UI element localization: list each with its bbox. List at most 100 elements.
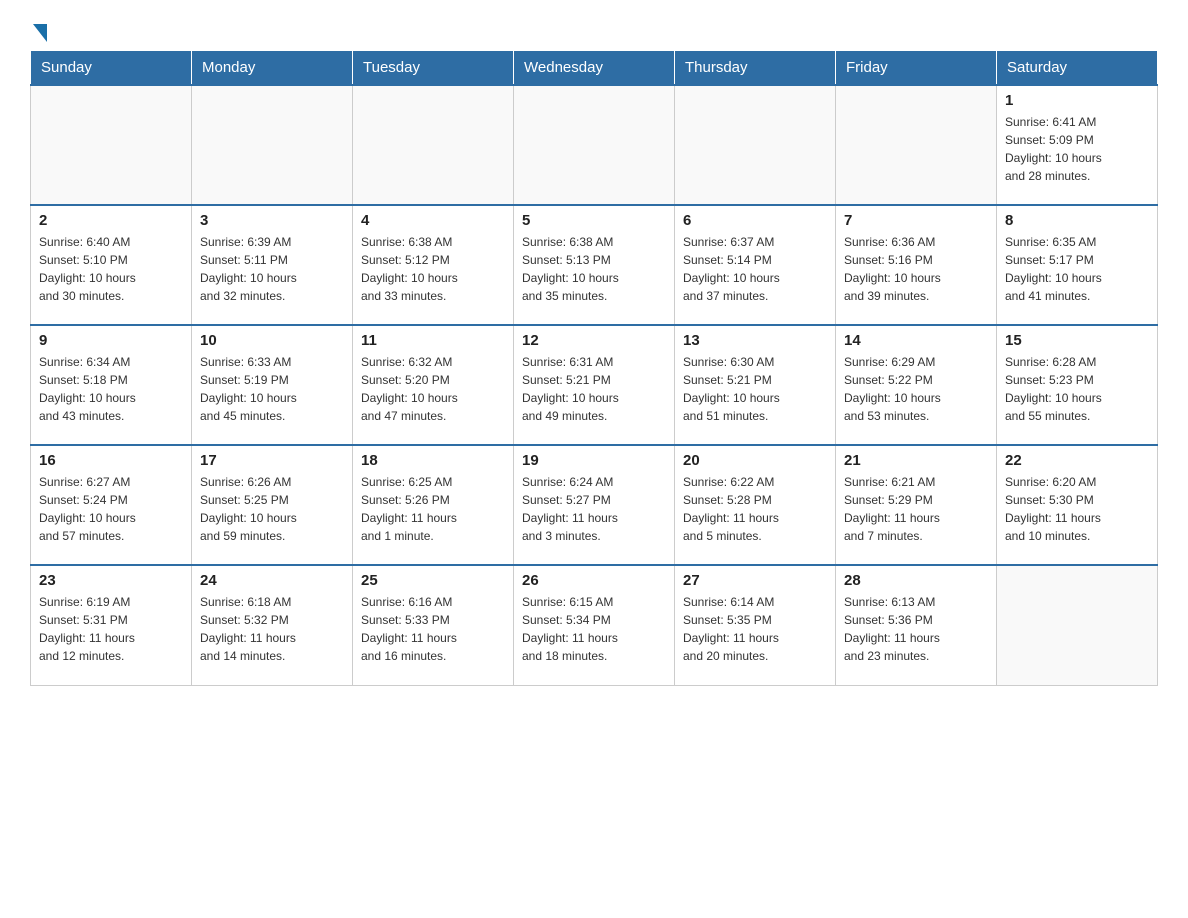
col-header-saturday: Saturday xyxy=(997,51,1158,86)
day-info: Sunrise: 6:16 AM Sunset: 5:33 PM Dayligh… xyxy=(361,593,505,665)
day-info: Sunrise: 6:21 AM Sunset: 5:29 PM Dayligh… xyxy=(844,473,988,545)
day-info: Sunrise: 6:32 AM Sunset: 5:20 PM Dayligh… xyxy=(361,353,505,425)
calendar-cell xyxy=(514,85,675,205)
day-info: Sunrise: 6:36 AM Sunset: 5:16 PM Dayligh… xyxy=(844,233,988,305)
calendar-cell: 21 Sunrise: 6:21 AM Sunset: 5:29 PM Dayli… xyxy=(836,445,997,565)
day-info: Sunrise: 6:15 AM Sunset: 5:34 PM Dayligh… xyxy=(522,593,666,665)
calendar-cell: 2 Sunrise: 6:40 AM Sunset: 5:10 PM Daylig… xyxy=(31,205,192,325)
day-number: 16 xyxy=(39,452,183,469)
logo xyxy=(30,20,47,40)
week-row-5: 23 Sunrise: 6:19 AM Sunset: 5:31 PM Dayli… xyxy=(31,565,1158,685)
calendar-cell: 5 Sunrise: 6:38 AM Sunset: 5:13 PM Daylig… xyxy=(514,205,675,325)
col-header-sunday: Sunday xyxy=(31,51,192,86)
day-info: Sunrise: 6:29 AM Sunset: 5:22 PM Dayligh… xyxy=(844,353,988,425)
calendar-cell: 3Sunrise: 6:39 AM Sunset: 5:11 PM Daylig… xyxy=(192,205,353,325)
calendar-cell: 10 Sunrise: 6:33 AM Sunset: 5:19 PM Dayli… xyxy=(192,325,353,445)
day-info: Sunrise: 6:20 AM Sunset: 5:30 PM Dayligh… xyxy=(1005,473,1149,545)
day-number: 27 xyxy=(683,572,827,589)
calendar-cell: 4 Sunrise: 6:38 AM Sunset: 5:12 PM Daylig… xyxy=(353,205,514,325)
day-info: Sunrise: 6:38 AM Sunset: 5:12 PM Dayligh… xyxy=(361,233,505,305)
calendar-cell xyxy=(353,85,514,205)
day-number: 5 xyxy=(522,212,666,229)
calendar-cell: 22 Sunrise: 6:20 AM Sunset: 5:30 PM Dayli… xyxy=(997,445,1158,565)
calendar-cell: 1 Sunrise: 6:41 AM Sunset: 5:09 PM Daylig… xyxy=(997,85,1158,205)
calendar-cell: 23 Sunrise: 6:19 AM Sunset: 5:31 PM Dayli… xyxy=(31,565,192,685)
col-header-monday: Monday xyxy=(192,51,353,86)
calendar-cell: 27 Sunrise: 6:14 AM Sunset: 5:35 PM Dayli… xyxy=(675,565,836,685)
col-header-tuesday: Tuesday xyxy=(353,51,514,86)
day-info: Sunrise: 6:40 AM Sunset: 5:10 PM Dayligh… xyxy=(39,233,183,305)
day-info: Sunrise: 6:38 AM Sunset: 5:13 PM Dayligh… xyxy=(522,233,666,305)
day-info: Sunrise: 6:31 AM Sunset: 5:21 PM Dayligh… xyxy=(522,353,666,425)
day-info: Sunrise: 6:37 AM Sunset: 5:14 PM Dayligh… xyxy=(683,233,827,305)
week-row-1: 1 Sunrise: 6:41 AM Sunset: 5:09 PM Daylig… xyxy=(31,85,1158,205)
day-number: 14 xyxy=(844,332,988,349)
day-info: Sunrise: 6:25 AM Sunset: 5:26 PM Dayligh… xyxy=(361,473,505,545)
day-number: 11 xyxy=(361,332,505,349)
day-number: 12 xyxy=(522,332,666,349)
calendar-cell: 14 Sunrise: 6:29 AM Sunset: 5:22 PM Dayli… xyxy=(836,325,997,445)
day-number: 9 xyxy=(39,332,183,349)
day-info: Sunrise: 6:26 AM Sunset: 5:25 PM Dayligh… xyxy=(200,473,344,545)
day-info: Sunrise: 6:18 AM Sunset: 5:32 PM Dayligh… xyxy=(200,593,344,665)
day-info: Sunrise: 6:33 AM Sunset: 5:19 PM Dayligh… xyxy=(200,353,344,425)
day-info: Sunrise: 6:14 AM Sunset: 5:35 PM Dayligh… xyxy=(683,593,827,665)
day-number: 1 xyxy=(1005,92,1149,109)
col-header-thursday: Thursday xyxy=(675,51,836,86)
col-header-friday: Friday xyxy=(836,51,997,86)
week-row-3: 9 Sunrise: 6:34 AM Sunset: 5:18 PM Daylig… xyxy=(31,325,1158,445)
calendar-cell: 9 Sunrise: 6:34 AM Sunset: 5:18 PM Daylig… xyxy=(31,325,192,445)
day-number: 7 xyxy=(844,212,988,229)
calendar-cell: 7 Sunrise: 6:36 AM Sunset: 5:16 PM Daylig… xyxy=(836,205,997,325)
day-info: Sunrise: 6:30 AM Sunset: 5:21 PM Dayligh… xyxy=(683,353,827,425)
day-number: 17 xyxy=(200,452,344,469)
day-number: 20 xyxy=(683,452,827,469)
day-number: 8 xyxy=(1005,212,1149,229)
day-number: 23 xyxy=(39,572,183,589)
calendar-cell: 6Sunrise: 6:37 AM Sunset: 5:14 PM Daylig… xyxy=(675,205,836,325)
calendar-cell: 26 Sunrise: 6:15 AM Sunset: 5:34 PM Dayli… xyxy=(514,565,675,685)
day-info: Sunrise: 6:34 AM Sunset: 5:18 PM Dayligh… xyxy=(39,353,183,425)
day-number: 18 xyxy=(361,452,505,469)
day-info: Sunrise: 6:22 AM Sunset: 5:28 PM Dayligh… xyxy=(683,473,827,545)
calendar-cell: 16 Sunrise: 6:27 AM Sunset: 5:24 PM Dayli… xyxy=(31,445,192,565)
calendar-cell: 18 Sunrise: 6:25 AM Sunset: 5:26 PM Dayli… xyxy=(353,445,514,565)
calendar-header-row: SundayMondayTuesdayWednesdayThursdayFrid… xyxy=(31,51,1158,86)
day-number: 15 xyxy=(1005,332,1149,349)
day-info: Sunrise: 6:28 AM Sunset: 5:23 PM Dayligh… xyxy=(1005,353,1149,425)
day-info: Sunrise: 6:13 AM Sunset: 5:36 PM Dayligh… xyxy=(844,593,988,665)
day-number: 10 xyxy=(200,332,344,349)
day-info: Sunrise: 6:41 AM Sunset: 5:09 PM Dayligh… xyxy=(1005,113,1149,185)
calendar-cell xyxy=(997,565,1158,685)
day-number: 3 xyxy=(200,212,344,229)
calendar-cell: 17 Sunrise: 6:26 AM Sunset: 5:25 PM Dayli… xyxy=(192,445,353,565)
day-number: 19 xyxy=(522,452,666,469)
day-number: 4 xyxy=(361,212,505,229)
day-number: 2 xyxy=(39,212,183,229)
logo-arrow-icon xyxy=(33,24,47,42)
page-header xyxy=(30,20,1158,40)
calendar-cell: 11 Sunrise: 6:32 AM Sunset: 5:20 PM Dayli… xyxy=(353,325,514,445)
day-info: Sunrise: 6:27 AM Sunset: 5:24 PM Dayligh… xyxy=(39,473,183,545)
day-number: 25 xyxy=(361,572,505,589)
day-info: Sunrise: 6:24 AM Sunset: 5:27 PM Dayligh… xyxy=(522,473,666,545)
calendar-cell xyxy=(675,85,836,205)
calendar-cell: 24 Sunrise: 6:18 AM Sunset: 5:32 PM Dayli… xyxy=(192,565,353,685)
day-number: 24 xyxy=(200,572,344,589)
calendar-table: SundayMondayTuesdayWednesdayThursdayFrid… xyxy=(30,50,1158,686)
calendar-cell: 13 Sunrise: 6:30 AM Sunset: 5:21 PM Dayli… xyxy=(675,325,836,445)
day-number: 13 xyxy=(683,332,827,349)
week-row-4: 16 Sunrise: 6:27 AM Sunset: 5:24 PM Dayli… xyxy=(31,445,1158,565)
day-info: Sunrise: 6:35 AM Sunset: 5:17 PM Dayligh… xyxy=(1005,233,1149,305)
calendar-cell xyxy=(192,85,353,205)
calendar-cell: 19 Sunrise: 6:24 AM Sunset: 5:27 PM Dayli… xyxy=(514,445,675,565)
day-number: 21 xyxy=(844,452,988,469)
calendar-cell xyxy=(836,85,997,205)
col-header-wednesday: Wednesday xyxy=(514,51,675,86)
day-info: Sunrise: 6:19 AM Sunset: 5:31 PM Dayligh… xyxy=(39,593,183,665)
day-number: 22 xyxy=(1005,452,1149,469)
week-row-2: 2 Sunrise: 6:40 AM Sunset: 5:10 PM Daylig… xyxy=(31,205,1158,325)
calendar-cell: 25 Sunrise: 6:16 AM Sunset: 5:33 PM Dayli… xyxy=(353,565,514,685)
calendar-cell: 28Sunrise: 6:13 AM Sunset: 5:36 PM Dayli… xyxy=(836,565,997,685)
day-number: 26 xyxy=(522,572,666,589)
